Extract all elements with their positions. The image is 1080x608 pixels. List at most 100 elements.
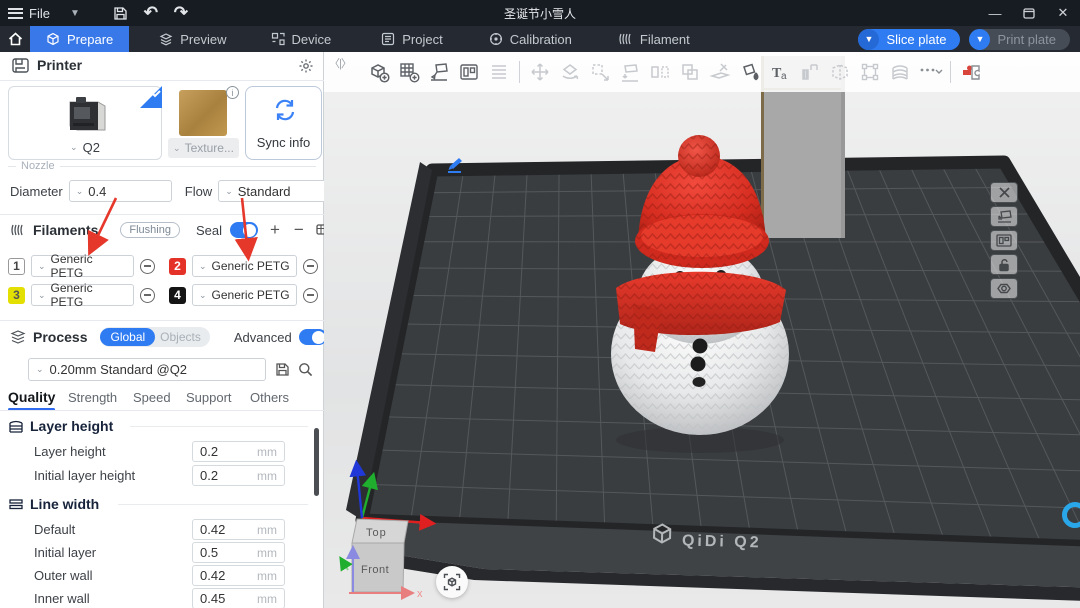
fit-view-button[interactable] bbox=[436, 566, 468, 598]
tab-preview[interactable]: Preview bbox=[143, 26, 242, 52]
collapse-panel-handle[interactable]: 〈|〉 bbox=[329, 55, 351, 71]
minimize-button[interactable]: — bbox=[978, 0, 1012, 26]
filament-3-select[interactable]: ⌄Generic PETG bbox=[31, 284, 134, 306]
remove-filament-button[interactable]: − bbox=[294, 220, 304, 240]
print-options-chevron-icon[interactable]: ▼ bbox=[969, 29, 990, 50]
redo-button[interactable]: ↷ bbox=[166, 0, 196, 26]
scope-global-button[interactable]: Global bbox=[100, 328, 155, 346]
scale-tool-button[interactable] bbox=[585, 57, 615, 87]
hide-object-button[interactable] bbox=[990, 278, 1018, 299]
split-object-button[interactable] bbox=[825, 57, 855, 87]
paint-tool-button[interactable] bbox=[735, 57, 765, 87]
add-filament-button[interactable]: + bbox=[270, 220, 280, 240]
initial-layer-height-input[interactable]: 0.2mm bbox=[192, 465, 285, 486]
tab-prepare[interactable]: Prepare bbox=[30, 26, 129, 52]
process-preset-select[interactable]: ⌄ 0.20mm Standard @Q2 bbox=[28, 358, 266, 381]
lay-flat-button[interactable] bbox=[615, 57, 645, 87]
tab-speed[interactable]: Speed bbox=[133, 390, 171, 405]
diameter-select[interactable]: ⌄ 0.4 bbox=[69, 180, 172, 202]
add-plate-button[interactable] bbox=[394, 57, 424, 87]
rotate-tool-button[interactable] bbox=[555, 57, 585, 87]
filament-4-remove-icon[interactable] bbox=[303, 288, 318, 303]
support-paint-button[interactable] bbox=[795, 57, 825, 87]
printer-model-select[interactable]: ⌄ Q2 bbox=[9, 140, 161, 155]
assembly-view-button[interactable] bbox=[956, 57, 986, 87]
filament-2-badge: 2 bbox=[169, 258, 186, 275]
split-stack-button[interactable] bbox=[484, 57, 514, 87]
more-tools-button[interactable] bbox=[915, 57, 945, 87]
process-preset-value: 0.20mm Standard @Q2 bbox=[50, 362, 187, 377]
auto-orient-button[interactable] bbox=[424, 57, 454, 87]
cut-tool-button[interactable] bbox=[705, 57, 735, 87]
move-tool-button[interactable] bbox=[525, 57, 555, 87]
seam-paint-button[interactable] bbox=[855, 57, 885, 87]
plate-type-card[interactable]: i ⌄ Texture... bbox=[168, 86, 239, 160]
tab-quality[interactable]: Quality bbox=[8, 389, 55, 405]
tab-project[interactable]: Project bbox=[365, 26, 458, 52]
tab-support[interactable]: Support bbox=[186, 390, 232, 405]
chevron-down-icon: ⌄ bbox=[199, 261, 207, 272]
settings-panel: Printer ⌄ Q2 i ⌄ Tex bbox=[0, 52, 324, 608]
sync-info-button[interactable]: Sync info bbox=[245, 86, 322, 160]
filament-3-remove-icon[interactable] bbox=[140, 288, 155, 303]
text-icon: Ta bbox=[769, 61, 791, 83]
outer-wall-line-width-input[interactable]: 0.42mm bbox=[192, 565, 285, 586]
info-icon[interactable]: i bbox=[226, 86, 239, 99]
flushing-button[interactable]: Flushing bbox=[120, 222, 180, 238]
text-tool-button[interactable]: Ta bbox=[765, 57, 795, 87]
arrange-button[interactable] bbox=[454, 57, 484, 87]
plate-edit-pencil-icon[interactable] bbox=[442, 152, 466, 176]
scope-objects-button[interactable]: Objects bbox=[155, 328, 210, 346]
inner-wall-line-width-input[interactable]: 0.45mm bbox=[192, 588, 285, 608]
tab-device[interactable]: Device bbox=[255, 26, 348, 52]
merge-objects-button[interactable] bbox=[675, 57, 705, 87]
layer-height-icon bbox=[8, 420, 24, 433]
panel-scrollbar[interactable] bbox=[314, 428, 319, 496]
nav-cube[interactable]: Top Front bbox=[352, 519, 408, 592]
seal-toggle[interactable] bbox=[230, 222, 258, 238]
auto-arrange-object-button[interactable] bbox=[990, 230, 1018, 251]
lock-icon bbox=[997, 258, 1011, 272]
plate-type-select[interactable]: ⌄ Texture... bbox=[168, 138, 239, 158]
flow-select[interactable]: ⌄ Standard bbox=[218, 180, 329, 202]
mirror-tool-button[interactable] bbox=[645, 57, 675, 87]
slice-plate-button[interactable]: ▼ Slice plate bbox=[858, 29, 960, 50]
advanced-toggle[interactable] bbox=[299, 329, 327, 345]
support-icon bbox=[799, 61, 821, 83]
project-icon bbox=[381, 32, 395, 46]
save-button[interactable] bbox=[106, 0, 136, 26]
lock-object-button[interactable] bbox=[990, 254, 1018, 275]
filament-2-select[interactable]: ⌄Generic PETG bbox=[192, 255, 297, 277]
drop-to-plate-button[interactable] bbox=[990, 206, 1018, 227]
filament-1-remove-icon[interactable] bbox=[140, 259, 155, 274]
fit-view-cube-icon bbox=[443, 573, 461, 591]
printer-settings-button[interactable] bbox=[298, 58, 314, 74]
close-button[interactable]: ✕ bbox=[1046, 0, 1080, 26]
print-plate-button[interactable]: ▼ Print plate bbox=[969, 29, 1070, 50]
home-button[interactable] bbox=[0, 26, 30, 52]
undo-button[interactable]: ↶ bbox=[136, 0, 166, 26]
delete-object-button[interactable] bbox=[990, 182, 1018, 203]
default-line-width-input[interactable]: 0.42mm bbox=[192, 519, 285, 540]
file-menu[interactable]: File ▼ bbox=[0, 0, 88, 26]
tab-others[interactable]: Others bbox=[250, 390, 289, 405]
slice-options-chevron-icon[interactable]: ▼ bbox=[858, 29, 879, 50]
printer-card[interactable]: ⌄ Q2 bbox=[8, 86, 162, 160]
filament-2-remove-icon[interactable] bbox=[303, 259, 318, 274]
filament-4-select[interactable]: ⌄Generic PETG bbox=[192, 284, 297, 306]
add-model-button[interactable] bbox=[364, 57, 394, 87]
seal-label: Seal bbox=[196, 223, 222, 238]
save-preset-icon[interactable] bbox=[275, 362, 290, 377]
tab-calibration[interactable]: Calibration bbox=[473, 26, 588, 52]
scene-3d[interactable]: QiDi Q2 bbox=[324, 52, 1080, 608]
layer-height-input[interactable]: 0.2mm bbox=[192, 441, 285, 462]
tab-filament[interactable]: Filament bbox=[602, 26, 706, 52]
chevron-down-icon: ▼ bbox=[70, 8, 80, 19]
search-preset-icon[interactable] bbox=[298, 362, 313, 377]
maximize-button[interactable] bbox=[1012, 0, 1046, 26]
variable-layer-height-button[interactable] bbox=[885, 57, 915, 87]
axis-x-label: x bbox=[417, 588, 423, 600]
initial-layer-line-width-input[interactable]: 0.5mm bbox=[192, 542, 285, 563]
filament-1-select[interactable]: ⌄Generic PETG bbox=[31, 255, 134, 277]
tab-strength[interactable]: Strength bbox=[68, 390, 117, 405]
